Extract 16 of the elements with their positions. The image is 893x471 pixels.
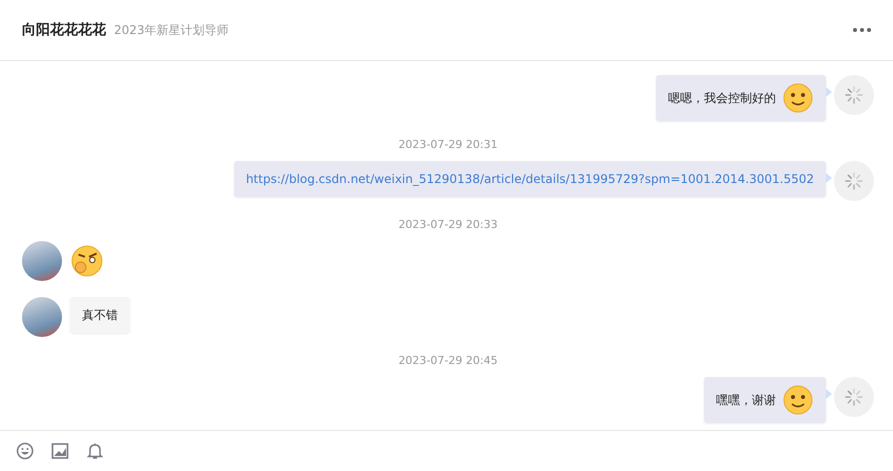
timestamp: 2023-07-29 20:45 (397, 354, 499, 367)
spinner-icon (844, 171, 864, 191)
spinner-icon (844, 85, 864, 105)
timestamp: 2023-07-29 20:31 (397, 138, 499, 151)
message-text: 嗯嗯，我会控制好的 (668, 90, 776, 106)
contact-name: 向阳花花花花 (22, 21, 106, 39)
image-icon[interactable] (51, 442, 69, 460)
timestamp: 2023-07-29 20:33 (397, 218, 499, 231)
bell-icon[interactable] (86, 442, 104, 460)
message-text: 真不错 (82, 306, 118, 324)
emoji-icon[interactable] (16, 442, 34, 460)
contact-title: 2023年新星计划导师 (114, 22, 229, 38)
message-text: 嘿嘿，谢谢 (716, 392, 776, 408)
spinner-icon (844, 387, 864, 407)
emoji-icon (70, 244, 104, 278)
message-link[interactable]: https://blog.csdn.net/weixin_51290138/article/details/131995729?spm=1001.2014.3001.5502 (246, 172, 814, 186)
